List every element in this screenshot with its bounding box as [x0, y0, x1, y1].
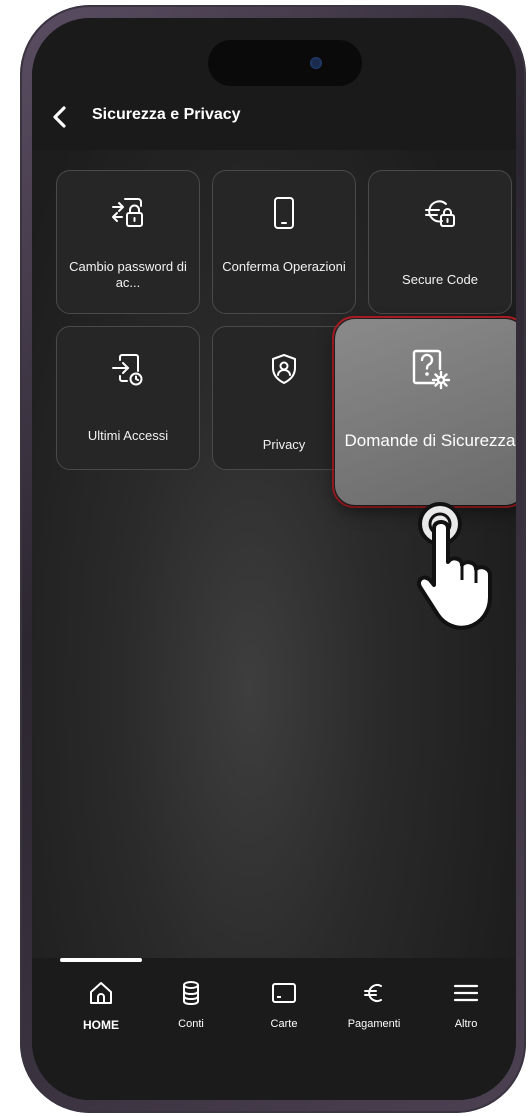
- tile-label: Domande di Sicurezza: [344, 431, 516, 450]
- tab-altro[interactable]: Altro: [421, 976, 511, 1030]
- tile-label: Secure Code: [402, 272, 478, 287]
- database-icon: [183, 981, 199, 1006]
- page-title: Sicurezza e Privacy: [92, 106, 241, 123]
- euro-icon: [364, 984, 382, 1002]
- bottom-tab-bar: HOME Conti Carte Pagamenti Altro: [32, 958, 516, 1100]
- dynamic-island: [208, 40, 362, 86]
- tab-carte[interactable]: Carte: [239, 976, 329, 1030]
- active-tab-indicator: [60, 958, 142, 962]
- tile-label: Privacy: [262, 437, 306, 452]
- shield-user-icon: [272, 354, 296, 384]
- tab-pagamenti[interactable]: Pagamenti: [329, 976, 419, 1030]
- menu-icon: [453, 984, 479, 1002]
- tile-label: Ultimi Accessi: [87, 428, 169, 443]
- chevron-left-icon: [53, 106, 66, 128]
- tile-domande-sicurezza[interactable]: Domande di Sicurezza: [335, 319, 516, 505]
- tile-label: Conferma Operazioni: [222, 259, 346, 274]
- back-button[interactable]: [50, 102, 74, 134]
- lock-swap-icon: [112, 198, 143, 227]
- phone-screen: Sicurezza e Privacy Cambio password di a…: [32, 18, 516, 1100]
- tab-label: Altro: [454, 1018, 478, 1030]
- tile-label: Cambio password di ac...: [69, 259, 187, 290]
- card-icon: [272, 983, 296, 1003]
- tile-cambio-password[interactable]: Cambio password di ac...: [56, 170, 200, 314]
- tab-conti[interactable]: Conti: [146, 976, 236, 1030]
- euro-lock-icon: [425, 200, 455, 227]
- tab-label: Conti: [178, 1018, 204, 1030]
- login-clock-icon: [112, 354, 143, 386]
- tab-home[interactable]: HOME: [56, 976, 146, 1032]
- tile-conferma-operazioni[interactable]: Conferma Operazioni: [212, 170, 356, 314]
- home-icon: [90, 982, 112, 1004]
- tile-ultimi-accessi[interactable]: Ultimi Accessi: [56, 326, 200, 470]
- question-gear-icon: [412, 349, 451, 390]
- phone-icon: [274, 197, 294, 229]
- tab-label: Carte: [270, 1018, 298, 1030]
- tile-secure-code[interactable]: Secure Code: [368, 170, 512, 314]
- tap-hand-icon: [406, 488, 516, 643]
- tab-label: HOME: [83, 1018, 119, 1032]
- tab-label: Pagamenti: [347, 1018, 401, 1030]
